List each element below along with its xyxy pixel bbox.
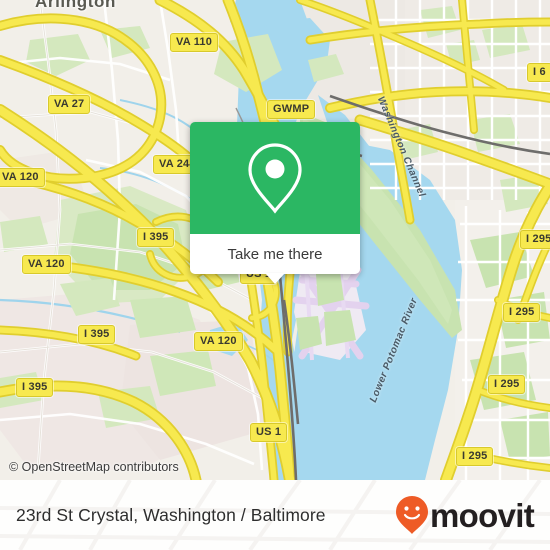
shield-va-110: VA 110 bbox=[170, 33, 219, 52]
shield-i-295-low: I 295 bbox=[488, 375, 526, 394]
shield-i-395-left: I 395 bbox=[78, 325, 116, 344]
moovit-station-map-card: Arlington Washington Channel Lower Potom… bbox=[0, 0, 550, 550]
moovit-brand[interactable]: moovit bbox=[395, 495, 535, 535]
shield-i-295-top: I 295 bbox=[520, 230, 550, 249]
osm-attribution[interactable]: © OpenStreetMap contributors bbox=[9, 460, 179, 474]
popup-pointer-tail bbox=[265, 273, 285, 284]
shield-va-120-lower: VA 120 bbox=[194, 332, 243, 351]
place-label-arlington: Arlington bbox=[35, 0, 116, 11]
shield-i-295-bottom: I 295 bbox=[456, 447, 494, 466]
shield-i-395-upper: I 395 bbox=[137, 228, 175, 247]
station-title: 23rd St Crystal, Washington / Baltimore bbox=[16, 504, 326, 525]
shield-us-1-lower: US 1 bbox=[250, 423, 288, 442]
shield-va-27: VA 27 bbox=[48, 95, 91, 114]
popup-marker-panel bbox=[190, 122, 360, 234]
take-me-there-button[interactable]: Take me there bbox=[190, 234, 360, 284]
shield-i-395-far-left: I 395 bbox=[16, 378, 54, 397]
station-popup-card[interactable]: Take me there bbox=[190, 122, 360, 284]
moovit-pin-smiley-icon bbox=[396, 496, 429, 534]
take-me-there-label: Take me there bbox=[227, 245, 323, 263]
shield-va-120-mid: VA 120 bbox=[22, 255, 71, 274]
shield-gwmp: GWMP bbox=[267, 100, 316, 119]
shield-i-295-mid: I 295 bbox=[503, 303, 541, 322]
shield-i-695: I 6 bbox=[527, 63, 550, 82]
map-pin-icon bbox=[248, 143, 302, 214]
moovit-wordmark: moovit bbox=[430, 496, 535, 534]
footer-bar: 23rd St Crystal, Washington / Baltimore … bbox=[0, 480, 550, 550]
shield-va-120-top: VA 120 bbox=[0, 168, 45, 187]
